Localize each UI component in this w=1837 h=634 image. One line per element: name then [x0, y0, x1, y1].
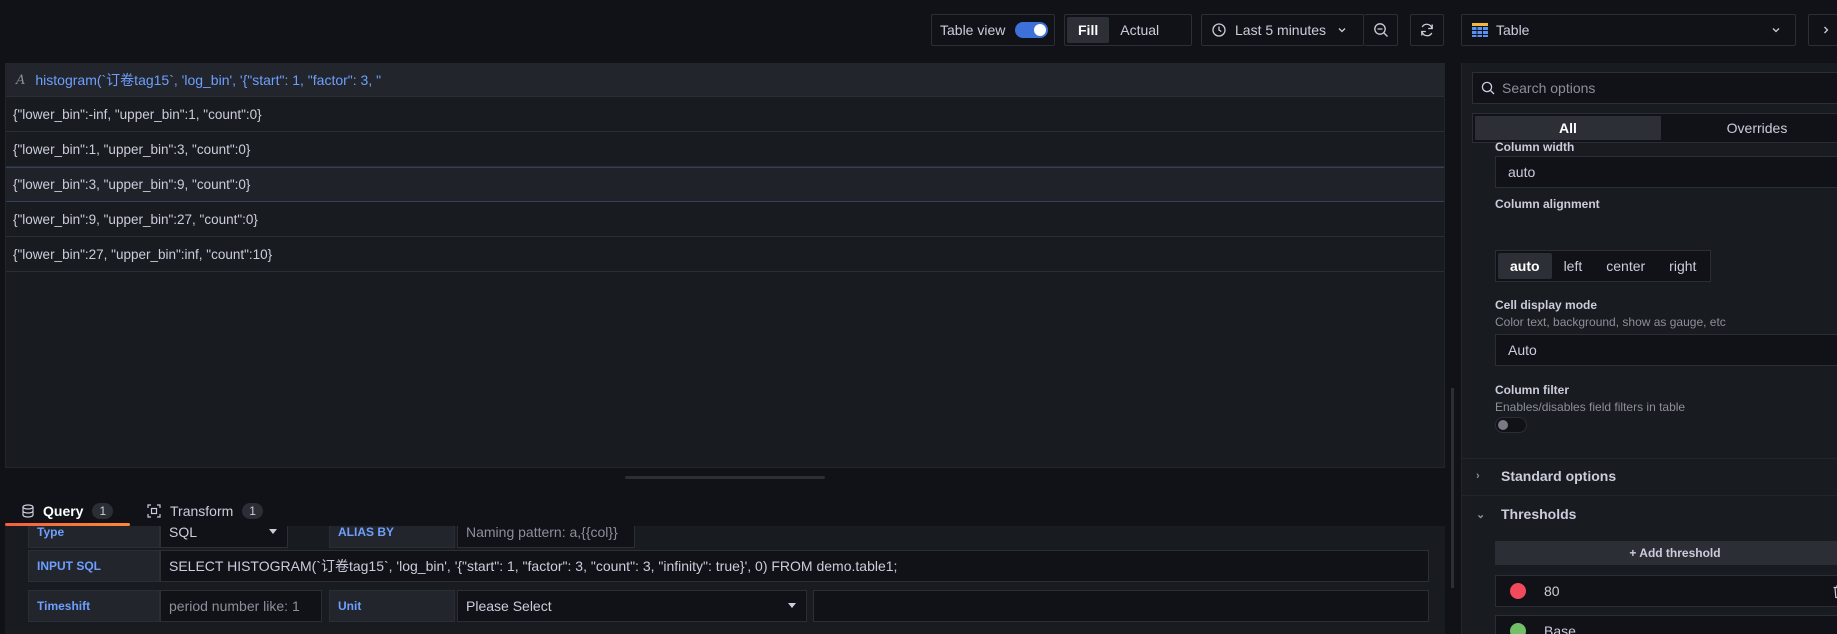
- table-row[interactable]: {"lower_bin":3, "upper_bin":9, "count":0…: [6, 167, 1444, 202]
- actual-button[interactable]: Actual: [1109, 17, 1170, 43]
- alias-label: ALIAS BY: [329, 526, 455, 548]
- collapse-options-button[interactable]: [1808, 14, 1837, 46]
- column-alignment-label: Column alignment: [1495, 197, 1600, 211]
- column-alignment-group: auto left center right: [1495, 250, 1712, 282]
- caret-down-icon: [269, 529, 277, 534]
- tab-transform-label: Transform: [170, 503, 234, 519]
- table-panel: A histogram(`订卷tag15`, 'log_bin', '{"sta…: [5, 63, 1445, 468]
- divider: [1462, 458, 1837, 459]
- table-row[interactable]: {"lower_bin":27, "upper_bin":inf, "count…: [6, 237, 1444, 272]
- table-row[interactable]: {"lower_bin":-inf, "upper_bin":1, "count…: [6, 97, 1444, 132]
- search-options-input[interactable]: Search options: [1472, 72, 1837, 104]
- zoom-out-button[interactable]: [1364, 14, 1398, 46]
- cell-display-label: Cell display mode: [1495, 298, 1598, 312]
- transform-count-badge: 1: [242, 503, 263, 519]
- table-row[interactable]: {"lower_bin":9, "upper_bin":27, "count":…: [6, 202, 1444, 237]
- query-tabs: Query 1 Transform 1: [5, 496, 1445, 526]
- query-count-badge: 1: [92, 503, 114, 519]
- sql-label: INPUT SQL: [28, 550, 160, 582]
- align-left-button[interactable]: left: [1552, 253, 1595, 279]
- time-range-label: Last 5 minutes: [1235, 22, 1327, 38]
- trash-icon[interactable]: [1832, 584, 1837, 599]
- query-editor: Type SQL ALIAS BY Naming pattern: a,{{co…: [5, 526, 1445, 634]
- column-filter-switch[interactable]: [1495, 417, 1527, 433]
- column-width-input[interactable]: auto: [1495, 156, 1837, 188]
- base-label: Base: [1544, 623, 1576, 634]
- table-view-toggle[interactable]: Table view: [931, 14, 1055, 46]
- cell-display-description: Color text, background, show as gauge, e…: [1495, 315, 1726, 329]
- options-tabs: All Overrides: [1472, 113, 1837, 143]
- options-pane: Search options All Overrides Column widt…: [1461, 63, 1837, 634]
- table-view-switch[interactable]: [1015, 22, 1049, 38]
- chevron-down-icon: [1337, 25, 1347, 35]
- tab-query[interactable]: Query 1: [22, 496, 114, 526]
- chevron-down-icon: [1771, 25, 1781, 35]
- chevron-right-icon: ›: [1476, 470, 1480, 482]
- divider: [1462, 495, 1837, 496]
- add-threshold-button[interactable]: + Add threshold: [1495, 541, 1837, 565]
- threshold-color-swatch[interactable]: [1510, 583, 1526, 599]
- unit-label: Unit: [329, 590, 455, 622]
- timeshift-input[interactable]: period number like: 1: [160, 590, 322, 622]
- column-filter-description: Enables/disables field filters in table: [1495, 400, 1686, 414]
- column-header-label: histogram(`订卷tag15`, 'log_bin', '{"start…: [35, 72, 382, 88]
- timeshift-label: Timeshift: [28, 590, 160, 622]
- tab-transform[interactable]: Transform 1: [147, 496, 263, 526]
- fill-button[interactable]: Fill: [1067, 17, 1110, 43]
- table-row[interactable]: {"lower_bin":1, "upper_bin":3, "count":0…: [6, 132, 1444, 167]
- vertical-scrollbar[interactable]: [1451, 388, 1454, 588]
- time-picker[interactable]: Last 5 minutes: [1201, 14, 1364, 46]
- type-label: Type: [28, 526, 160, 548]
- visualization-label: Table: [1496, 22, 1530, 38]
- zoom-out-icon: [1373, 22, 1389, 38]
- column-header[interactable]: A histogram(`订卷tag15`, 'log_bin', '{"sta…: [6, 64, 1444, 97]
- fill-actual-group: Fill Actual: [1064, 14, 1192, 46]
- tab-all[interactable]: All: [1475, 116, 1661, 140]
- threshold-base-row[interactable]: Base: [1495, 615, 1837, 634]
- caret-down-icon: [788, 603, 796, 608]
- database-icon: [22, 504, 34, 518]
- clock-icon: [1212, 23, 1226, 37]
- field-type-icon: A: [16, 72, 26, 88]
- pane-resize-handle[interactable]: [625, 476, 825, 479]
- cell-display-value: Auto: [1508, 342, 1537, 358]
- chevron-right-icon: [1821, 25, 1831, 35]
- thresholds-section[interactable]: ⌄ Thresholds: [1476, 506, 1576, 522]
- refresh-button[interactable]: [1410, 14, 1444, 46]
- chevron-down-icon: ⌄: [1476, 508, 1486, 521]
- type-value: SQL: [169, 526, 198, 540]
- align-center-button[interactable]: center: [1594, 253, 1657, 279]
- table-icon: [1472, 23, 1488, 37]
- base-color-swatch[interactable]: [1510, 623, 1526, 634]
- tab-query-label: Query: [43, 503, 84, 519]
- align-auto-button[interactable]: auto: [1498, 253, 1552, 279]
- transform-icon: [147, 504, 161, 518]
- alias-input[interactable]: Naming pattern: a,{{col}}: [457, 526, 635, 548]
- unit-placeholder: Please Select: [466, 598, 552, 614]
- standard-options-label: Standard options: [1501, 468, 1617, 484]
- refresh-icon: [1419, 22, 1435, 38]
- extra-field[interactable]: [813, 590, 1429, 622]
- column-filter-label: Column filter: [1495, 383, 1569, 397]
- search-placeholder: Search options: [1502, 80, 1596, 96]
- thresholds-label: Thresholds: [1501, 506, 1577, 522]
- visualization-picker[interactable]: Table: [1461, 14, 1796, 46]
- align-right-button[interactable]: right: [1657, 253, 1708, 279]
- sql-input[interactable]: SELECT HISTOGRAM(`订卷tag15`, 'log_bin', '…: [160, 550, 1429, 582]
- cell-display-select[interactable]: Auto: [1495, 334, 1837, 366]
- column-width-label: Column width: [1495, 140, 1575, 154]
- threshold-row[interactable]: 80: [1495, 575, 1837, 607]
- unit-select[interactable]: Please Select: [457, 590, 807, 622]
- table-view-label: Table view: [940, 22, 1006, 38]
- standard-options-section[interactable]: › Standard options: [1476, 468, 1616, 484]
- threshold-value: 80: [1544, 583, 1560, 599]
- type-select[interactable]: SQL: [160, 526, 288, 548]
- tab-overrides[interactable]: Overrides: [1663, 114, 1837, 142]
- search-icon: [1481, 81, 1495, 95]
